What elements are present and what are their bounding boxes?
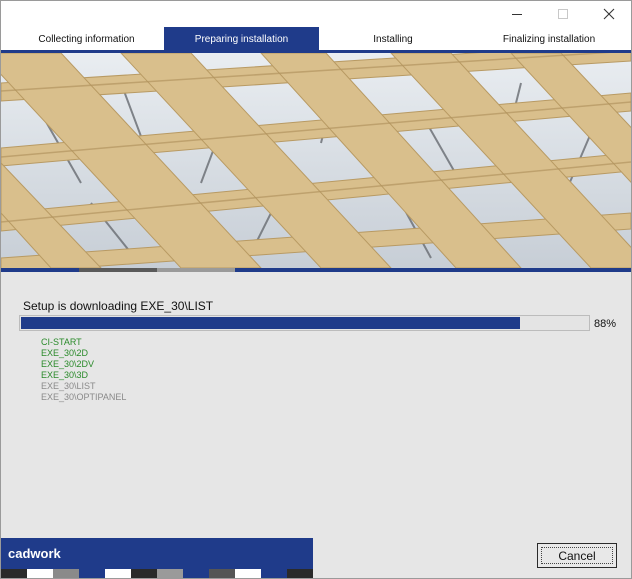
hero-accent-band xyxy=(1,268,631,272)
module-item: EXE_30\3D xyxy=(41,370,89,380)
step-installing: Installing xyxy=(319,27,467,50)
hero-image-timber-roof xyxy=(1,53,631,268)
minimize-icon xyxy=(512,14,522,15)
brand-pattern-strip xyxy=(1,569,313,578)
brand-logo-text: cadwork xyxy=(8,546,61,561)
progress-percent: 88% xyxy=(594,318,617,330)
module-item: EXE_30\2DV xyxy=(41,359,95,369)
step-indicator: Collecting information Preparing install… xyxy=(1,27,631,50)
module-list: CI-START EXE_30\2D EXE_30\2DV EXE_30\3D EXE_… xyxy=(41,337,126,403)
module-item: CI-START xyxy=(41,337,82,347)
cancel-button[interactable]: Cancel xyxy=(537,543,617,568)
progress-fill xyxy=(21,317,520,329)
maximize-icon xyxy=(558,9,568,19)
minimize-button[interactable] xyxy=(497,1,537,27)
timber-roof-illustration xyxy=(1,53,631,268)
step-finalizing-installation: Finalizing installation xyxy=(467,27,631,50)
cancel-button-label: Cancel xyxy=(541,547,613,564)
step-preparing-installation: Preparing installation xyxy=(164,27,319,50)
close-icon xyxy=(603,8,615,20)
close-button[interactable] xyxy=(589,1,629,27)
title-bar xyxy=(1,1,631,27)
maximize-button xyxy=(543,1,583,27)
download-progress-bar xyxy=(19,315,590,331)
step-collecting-information: Collecting information xyxy=(9,27,164,50)
step-label: Collecting information xyxy=(38,34,135,45)
module-item: EXE_30\2D xyxy=(41,348,89,358)
step-label: Preparing installation xyxy=(194,34,289,45)
installer-window: Collecting information Preparing install… xyxy=(0,0,632,579)
module-item: EXE_30\LIST xyxy=(41,381,96,391)
module-item: EXE_30\OPTIPANEL xyxy=(41,392,127,402)
download-status-text: Setup is downloading EXE_30\LIST xyxy=(23,299,214,313)
step-label: Installing xyxy=(373,34,413,45)
step-label: Finalizing installation xyxy=(502,34,596,45)
